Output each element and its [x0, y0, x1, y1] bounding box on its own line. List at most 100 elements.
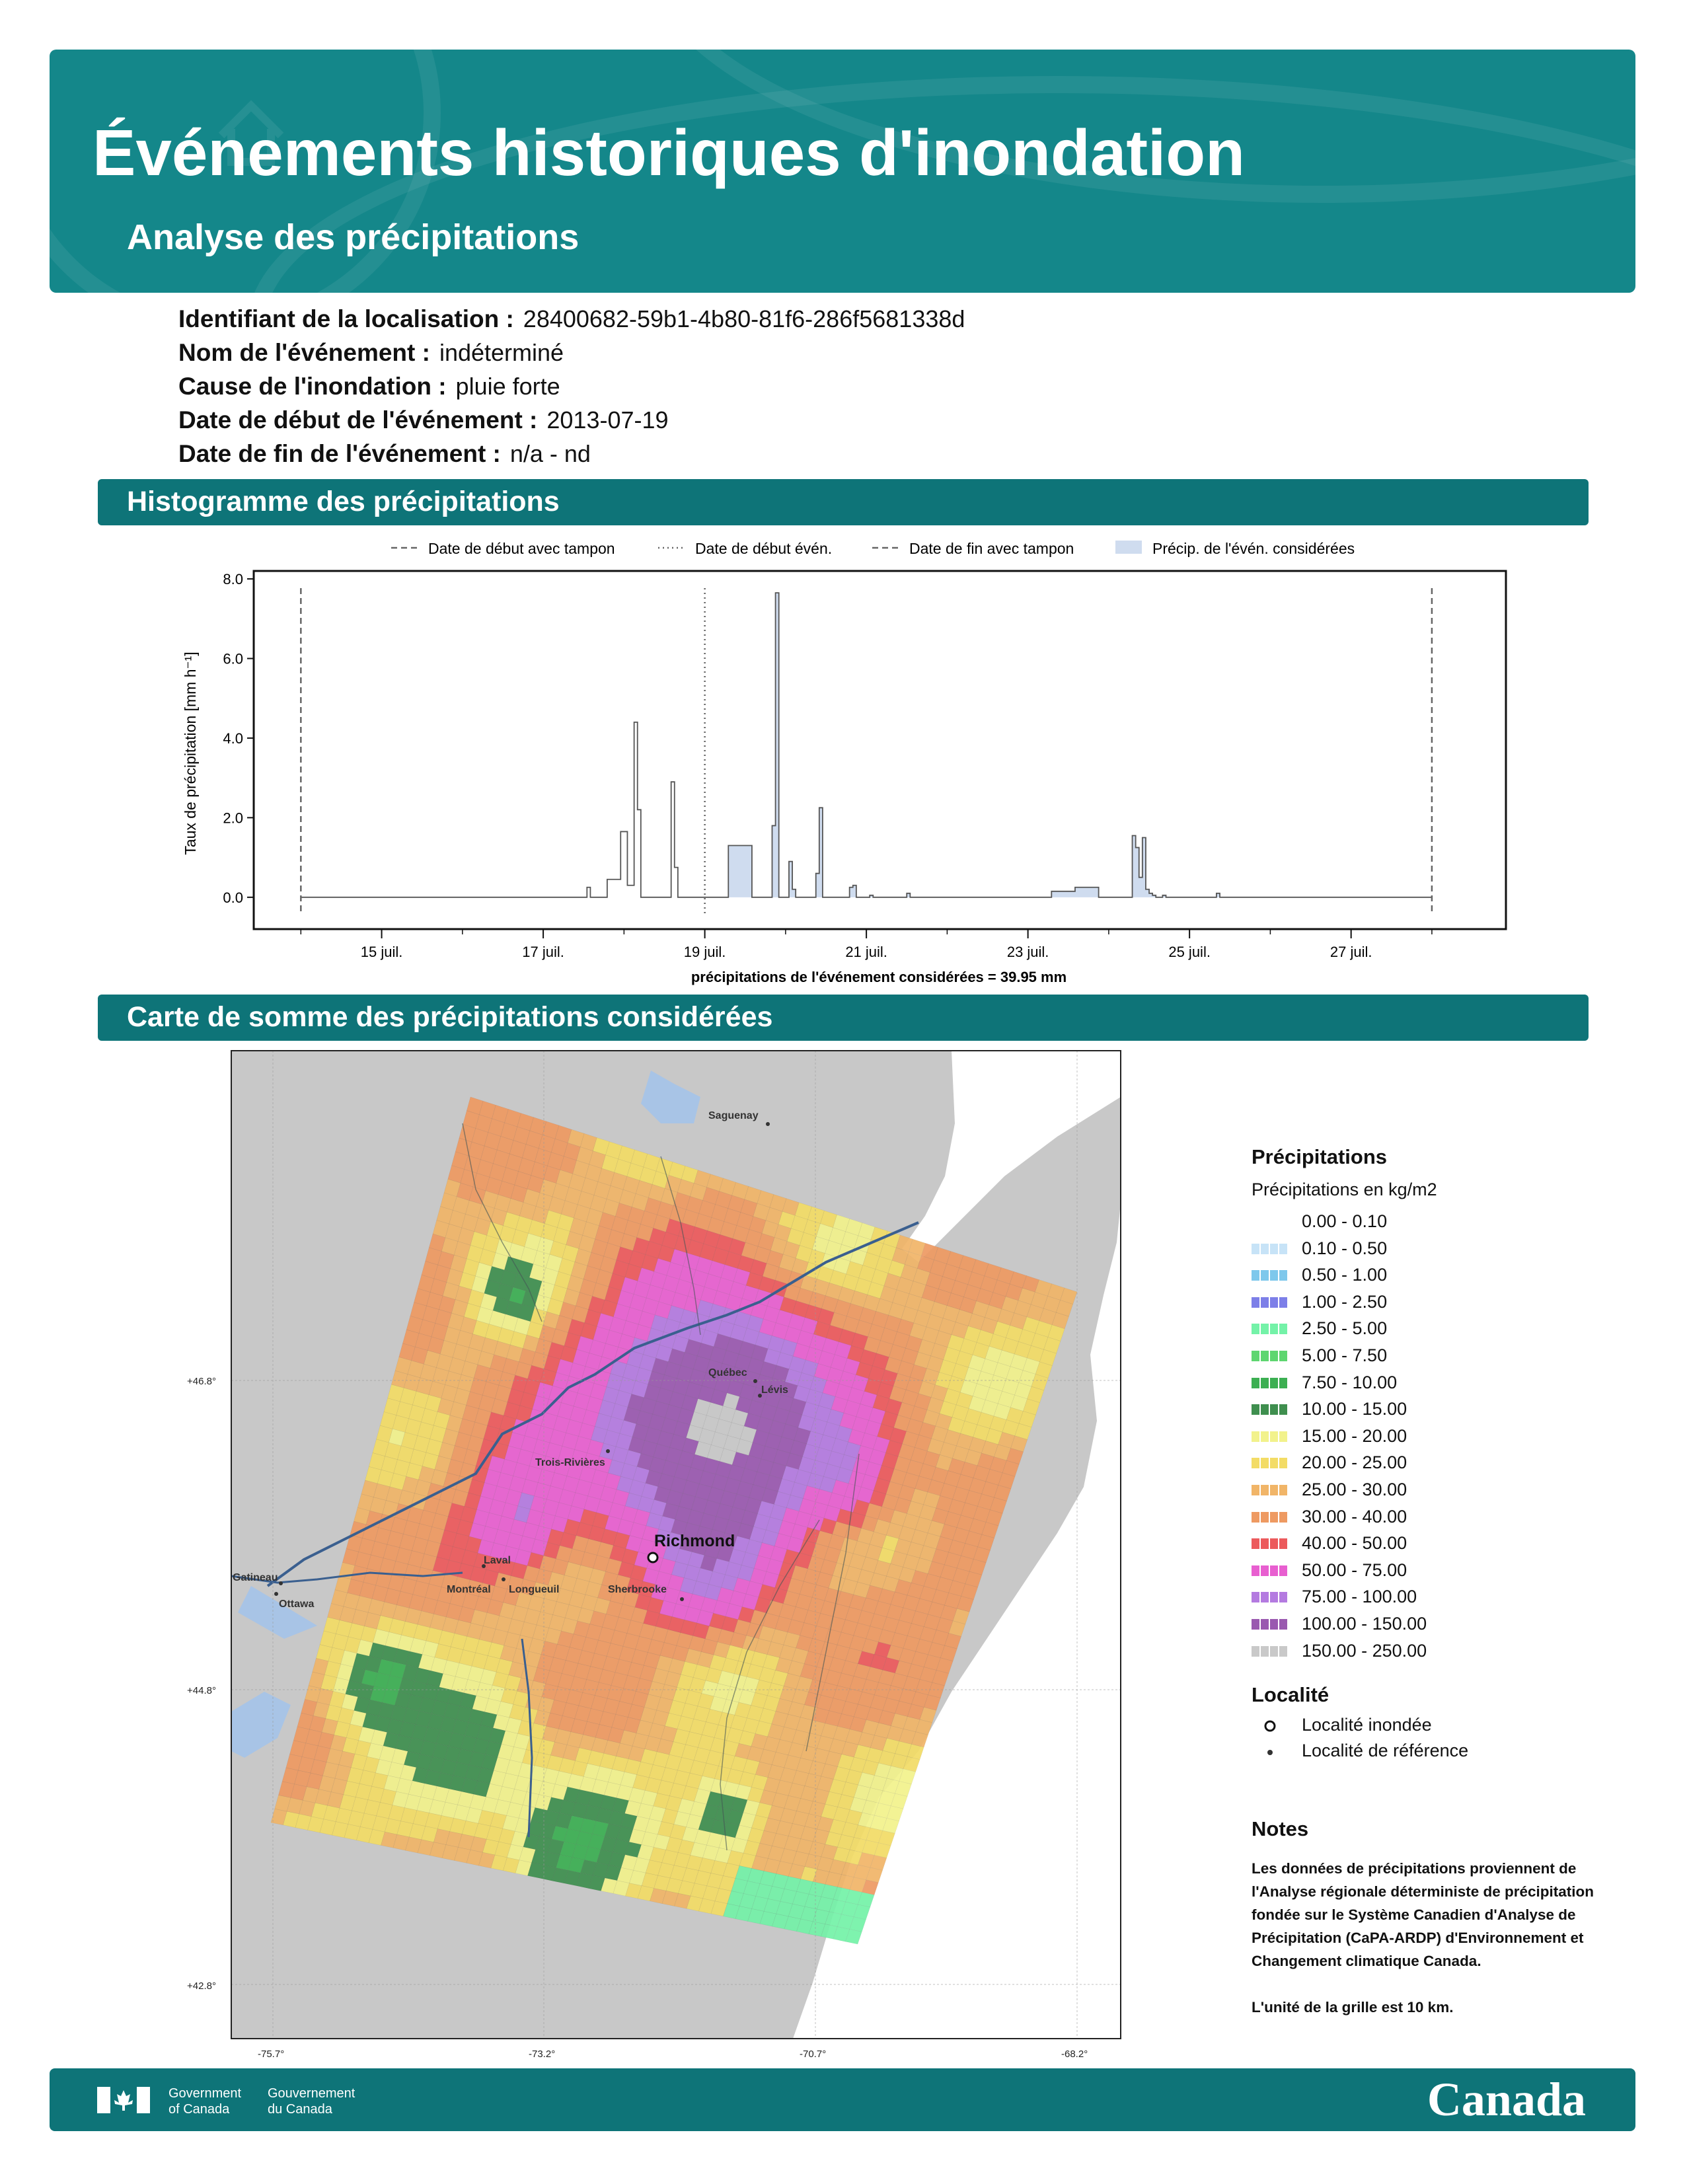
grid-cell [737, 1606, 755, 1623]
grid-cell [735, 1784, 752, 1801]
grid-cell [931, 1466, 949, 1484]
grid-cell [467, 1435, 484, 1453]
grid-cell [379, 1558, 396, 1575]
grid-cell [889, 1344, 906, 1361]
grid-cell [778, 1562, 796, 1579]
grid-cell [666, 1489, 683, 1507]
tributary-river [720, 1519, 820, 1851]
grid-cell [903, 1636, 920, 1652]
grid-cell [513, 1462, 530, 1480]
grid-cell [909, 1322, 927, 1340]
grid-cell [584, 1309, 601, 1327]
grid-cell [550, 1784, 568, 1801]
grid-cell [426, 1670, 443, 1688]
grid-cell [472, 1320, 490, 1338]
grid-cell [364, 1612, 381, 1630]
grid-cell [973, 1465, 991, 1482]
grid-cell [449, 1210, 466, 1228]
grid-cell [399, 1534, 416, 1552]
grid-cell [456, 1706, 473, 1723]
grid-cell [495, 1615, 512, 1633]
grid-cell [739, 1812, 756, 1828]
grid-cell [546, 1712, 563, 1729]
grid-cell [853, 1904, 871, 1920]
grid-cell [572, 1844, 589, 1860]
grid-cell [675, 1279, 693, 1297]
grid-cell [665, 1447, 683, 1464]
grid-cell [636, 1719, 654, 1737]
grid-cell [526, 1778, 543, 1795]
grid-cell [792, 1729, 809, 1746]
grid-cell [485, 1324, 502, 1341]
grid-cell [699, 1513, 717, 1530]
grid-cell [478, 1248, 496, 1267]
grid-cell [602, 1656, 620, 1673]
grid-cell [749, 1484, 767, 1501]
legend-class-label: 1.00 - 2.50 [1302, 1291, 1388, 1312]
grid-cell [812, 1748, 830, 1764]
longitude-label: -73.2° [529, 2049, 555, 2060]
grid-cell [861, 1556, 879, 1573]
grid-cell [600, 1836, 617, 1853]
grid-cell [816, 1613, 833, 1630]
grid-cell [989, 1415, 1007, 1433]
grid-cell [899, 1647, 917, 1665]
grid-cell [907, 1501, 924, 1518]
grid-cell [849, 1916, 866, 1932]
grid-cell [708, 1303, 726, 1321]
grid-cell [556, 1854, 573, 1871]
grid-cell [476, 1159, 494, 1178]
grid-cell [470, 1836, 487, 1853]
grid-cell [489, 1499, 506, 1517]
grid-cell [971, 1259, 989, 1277]
grid-cell [517, 1449, 534, 1466]
grid-cell [788, 1782, 805, 1799]
grid-cell [894, 1497, 912, 1514]
grid-cell [356, 1595, 373, 1613]
grid-cell [778, 1211, 796, 1229]
grid-cell [888, 1302, 906, 1320]
grid-cell [551, 1515, 568, 1533]
grid-cell [525, 1277, 543, 1295]
grid-cell [323, 1616, 340, 1634]
grid-cell [402, 1665, 419, 1682]
grid-cell [308, 1671, 325, 1689]
grid-cell [882, 1657, 900, 1674]
grid-cell [985, 1304, 1002, 1322]
grid-cell [808, 1841, 826, 1858]
grid-cell [453, 1804, 470, 1821]
grid-cell [776, 1821, 793, 1836]
grid-cell [654, 1486, 671, 1503]
grid-cell [521, 1479, 539, 1497]
grid-cell [736, 1212, 754, 1230]
grid-cell [890, 1793, 908, 1809]
grid-cell [568, 1318, 585, 1337]
grid-cell [907, 1744, 924, 1760]
grid-cell [641, 1483, 659, 1500]
legend-label: Date de fin avec tampon [909, 540, 1074, 557]
grid-cell [482, 1838, 500, 1856]
grid-cell [831, 1438, 848, 1455]
grid-cell [523, 1608, 541, 1626]
grid-cell [788, 1823, 805, 1840]
grid-cell [602, 1199, 620, 1217]
grid-cell [696, 1567, 714, 1585]
grid-cell [591, 1283, 609, 1300]
grid-cell [718, 1875, 736, 1891]
grid-cell [362, 1713, 379, 1730]
grid-cell [774, 1616, 792, 1633]
legend-class-label: 2.50 - 5.00 [1302, 1318, 1388, 1339]
grid-cell [726, 1645, 743, 1661]
grid-cell [657, 1821, 675, 1838]
grid-cell [829, 1859, 846, 1875]
grid-cell [734, 1353, 752, 1371]
grid-cell [636, 1224, 654, 1242]
grid-cell [492, 1714, 510, 1731]
grid-cell [550, 1699, 567, 1716]
grid-cell [513, 1126, 531, 1145]
grid-cell [698, 1470, 716, 1487]
grid-cell [813, 1828, 830, 1845]
grid-cell [593, 1137, 610, 1156]
grid-cell [677, 1798, 694, 1815]
grid-cell [422, 1684, 440, 1701]
